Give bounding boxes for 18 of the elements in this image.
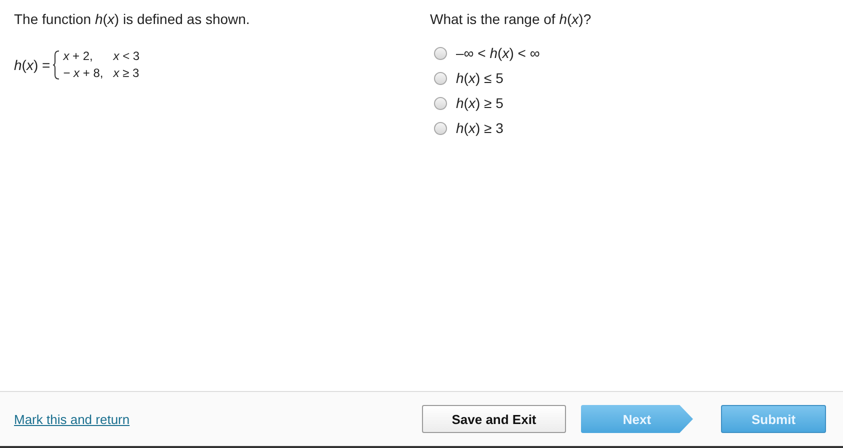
save-exit-button[interactable]: Save and Exit	[422, 405, 566, 433]
option-label[interactable]: –∞ < h(x) < ∞	[456, 44, 540, 62]
option-label[interactable]: h(x) ≤ 5	[456, 69, 504, 87]
radio-button[interactable]	[434, 72, 447, 84]
radio-button[interactable]	[434, 46, 447, 60]
case-condition: x < 3	[113, 48, 140, 65]
mark-and-return-link[interactable]: Mark this and return	[14, 412, 130, 426]
case-condition: x ≥ 3	[113, 65, 140, 82]
case-expression: − x + 8,	[63, 65, 104, 82]
function-label: h(x) =	[14, 57, 50, 73]
radio-button[interactable]	[434, 122, 447, 134]
brace-icon	[53, 50, 60, 80]
question-text: The function h(x) is defined as shown.	[14, 10, 251, 28]
case-expression: x + 2,	[63, 48, 94, 65]
question-prompt: What is the range of h(x)?	[430, 10, 592, 28]
option-label[interactable]: h(x) ≥ 5	[456, 94, 504, 112]
radio-button[interactable]	[434, 96, 447, 110]
option-label[interactable]: h(x) ≥ 3	[456, 119, 504, 137]
